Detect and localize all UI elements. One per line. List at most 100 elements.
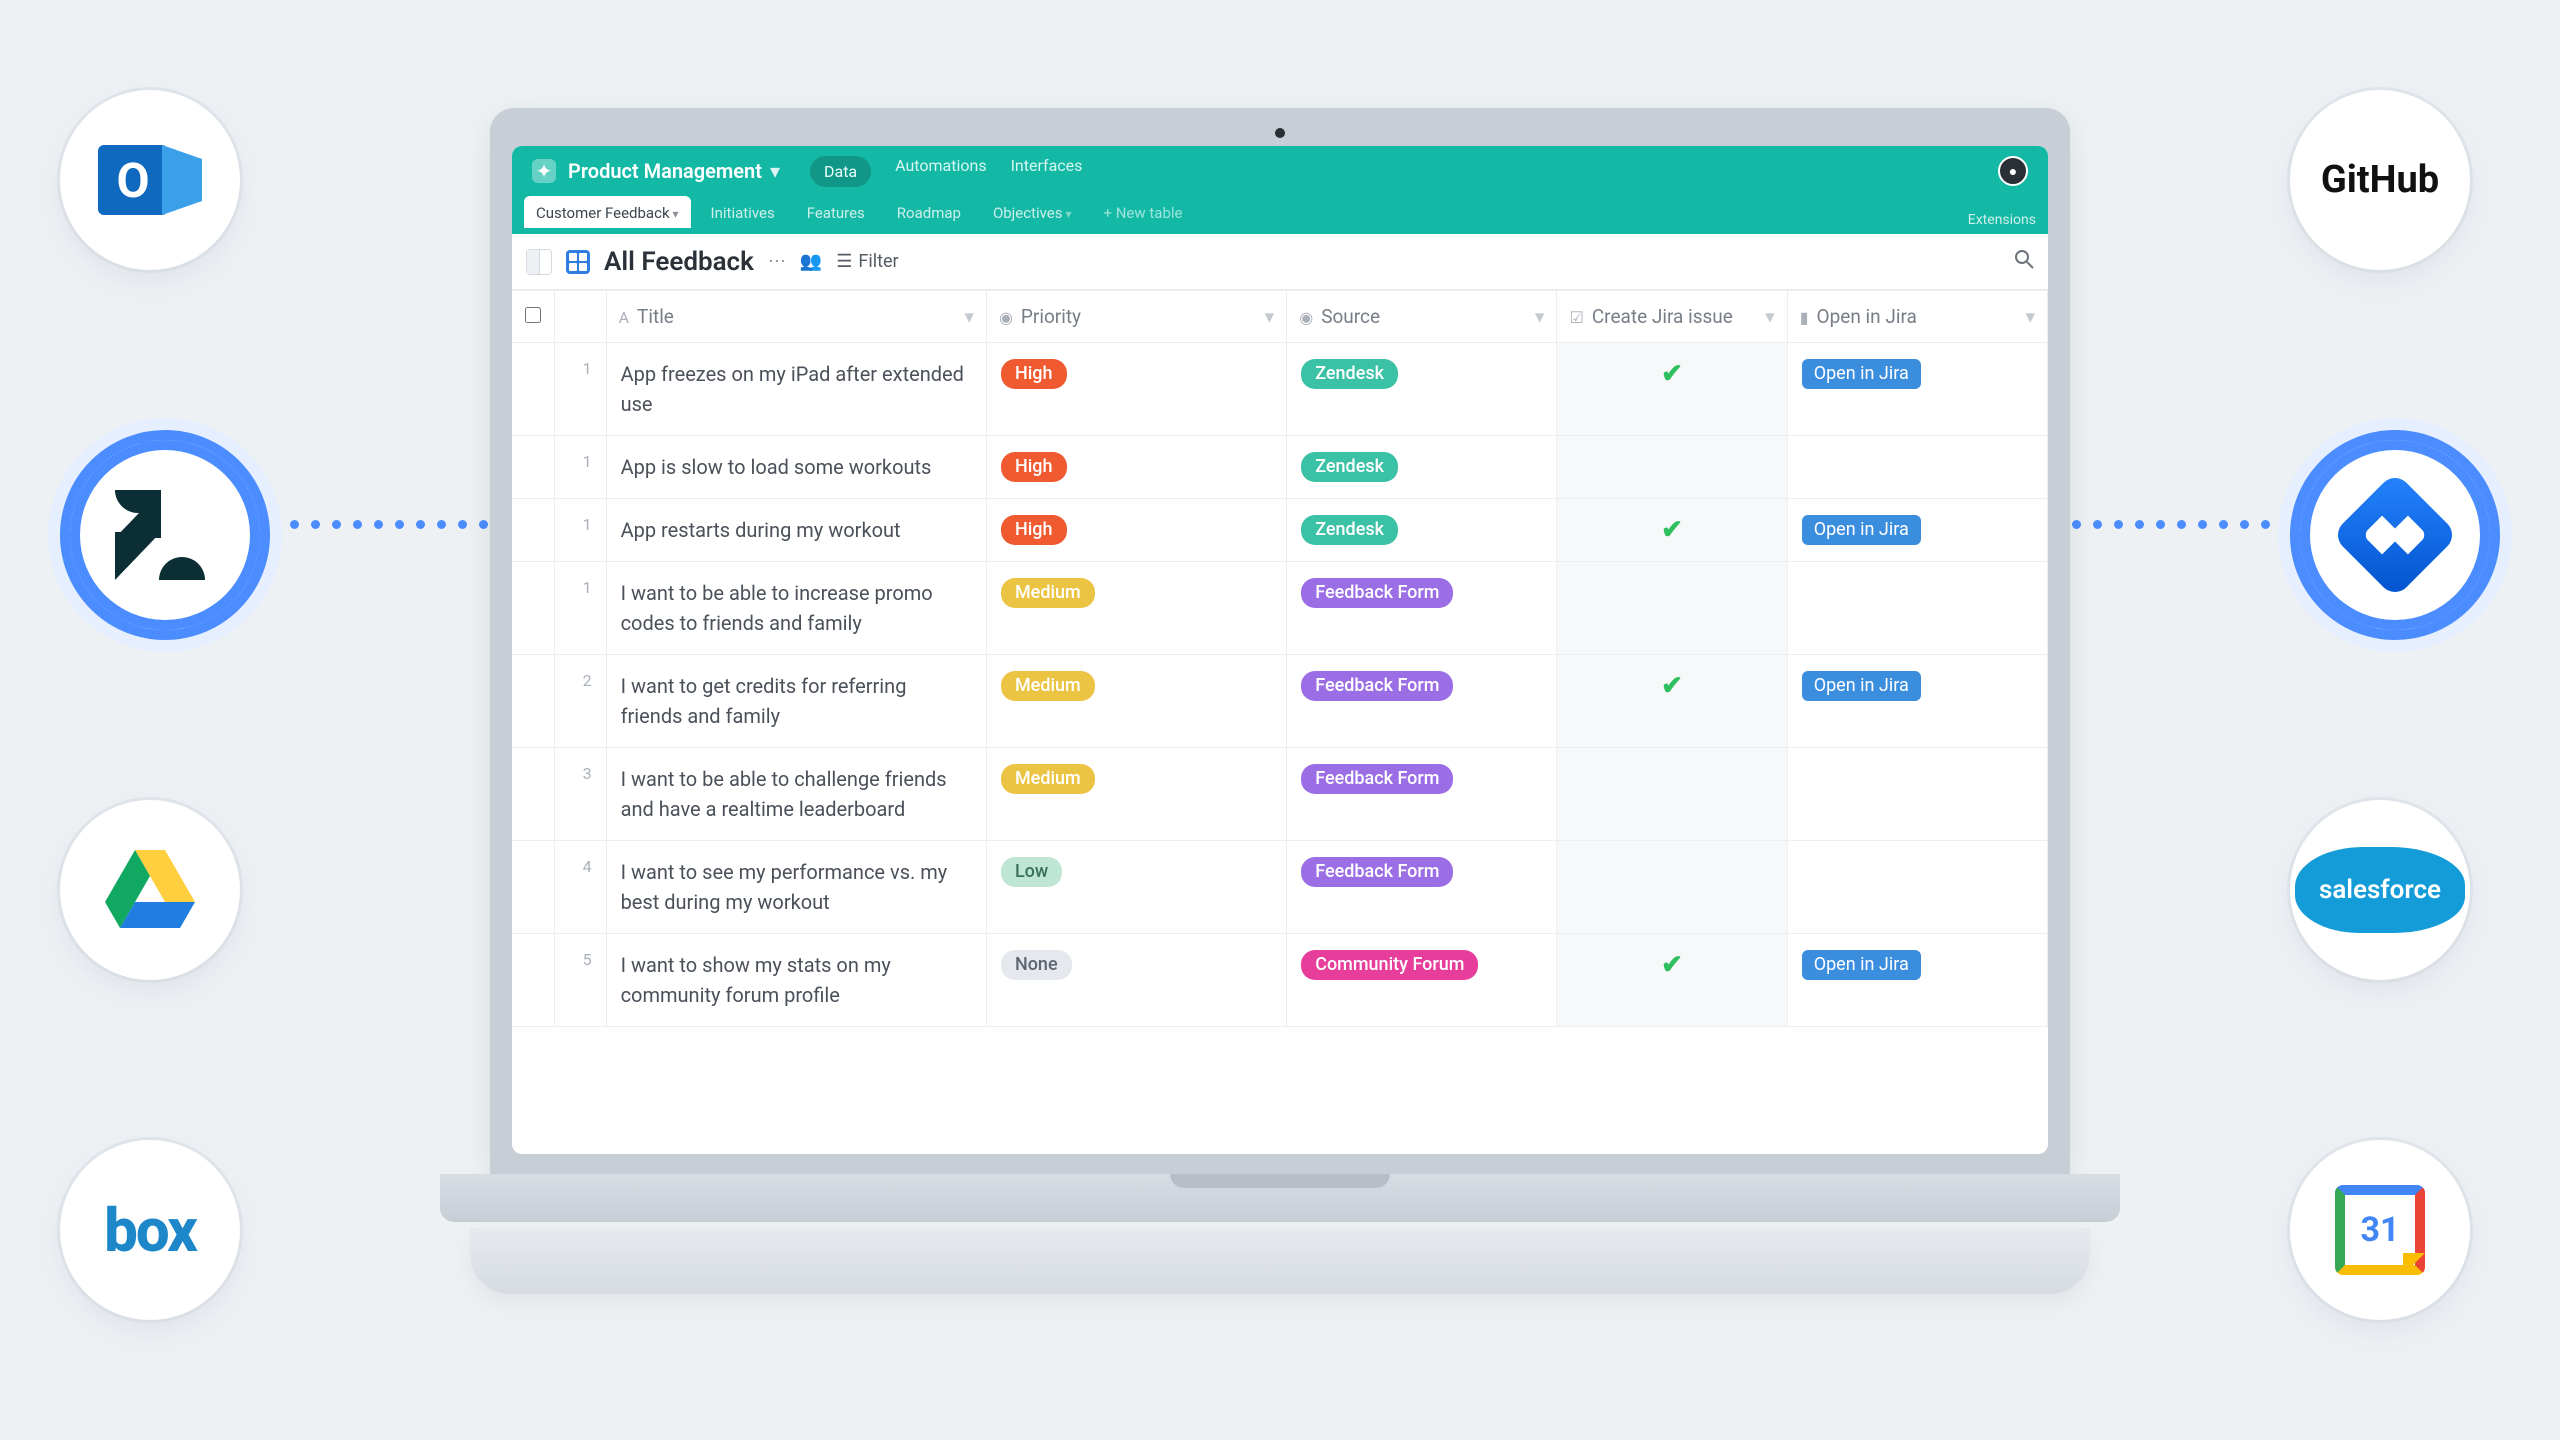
cell-title[interactable]: I want to show my stats on my community … <box>621 950 972 1010</box>
cell-source[interactable]: Zendesk <box>1287 436 1557 499</box>
cell-priority[interactable]: Medium <box>986 655 1286 748</box>
cell-source[interactable]: Feedback Form <box>1287 748 1557 841</box>
header-title[interactable]: ATitle▾ <box>606 291 986 343</box>
cell-source[interactable]: Zendesk <box>1287 343 1557 436</box>
cell-source[interactable]: Zendesk <box>1287 499 1557 562</box>
tab-new-table[interactable]: + New table <box>1092 196 1195 228</box>
top-tab-data[interactable]: Data <box>810 156 871 187</box>
search-icon[interactable] <box>2014 249 2034 274</box>
cell-priority[interactable]: Medium <box>986 562 1286 655</box>
cell-open-jira[interactable]: Open in Jira <box>1787 343 2047 436</box>
cell-open-jira[interactable]: Open in Jira <box>1787 499 2047 562</box>
app-topbar: ✦ Product Management ▾ Data Automations … <box>512 146 2048 196</box>
tab-objectives[interactable]: Objectives <box>981 196 1084 228</box>
workspace-dropdown-icon[interactable]: ▾ <box>770 159 780 183</box>
open-in-jira-button[interactable]: Open in Jira <box>1802 671 1921 701</box>
table-row[interactable]: 3 I want to be able to challenge friends… <box>512 748 2048 841</box>
source-pill: Community Forum <box>1301 950 1478 980</box>
tab-features[interactable]: Features <box>795 196 877 228</box>
cell-create-jira[interactable] <box>1557 436 1787 499</box>
cell-title[interactable]: App is slow to load some workouts <box>621 452 972 482</box>
integration-salesforce: salesforce <box>2290 800 2470 980</box>
filter-button[interactable]: ☰ Filter <box>836 251 898 272</box>
camera-dot <box>1275 128 1285 138</box>
cell-priority[interactable]: High <box>986 436 1286 499</box>
source-pill: Feedback Form <box>1301 671 1453 701</box>
cell-priority[interactable]: None <box>986 934 1286 1027</box>
cell-create-jira[interactable]: ✔ <box>1557 499 1787 562</box>
cell-open-jira[interactable] <box>1787 748 2047 841</box>
connector-left <box>290 520 490 526</box>
cell-source[interactable]: Feedback Form <box>1287 562 1557 655</box>
view-name[interactable]: All Feedback <box>604 247 754 277</box>
cell-source[interactable]: Community Forum <box>1287 934 1557 1027</box>
row-checkbox[interactable] <box>512 934 554 1027</box>
user-avatar[interactable]: ● <box>1998 156 2028 186</box>
cell-open-jira[interactable] <box>1787 562 2047 655</box>
cell-create-jira[interactable]: ✔ <box>1557 934 1787 1027</box>
box-icon: box <box>104 1195 196 1266</box>
workspace-name[interactable]: Product Management <box>568 159 762 183</box>
table-row[interactable]: 1 App restarts during my workout High Ze… <box>512 499 2048 562</box>
top-tab-interfaces[interactable]: Interfaces <box>1011 156 1083 187</box>
view-menu-icon[interactable]: ⋯ <box>768 251 786 272</box>
row-number: 1 <box>554 499 606 562</box>
open-in-jira-button[interactable]: Open in Jira <box>1802 359 1921 389</box>
tab-roadmap[interactable]: Roadmap <box>885 196 973 228</box>
source-pill: Feedback Form <box>1301 857 1453 887</box>
cell-priority[interactable]: Medium <box>986 748 1286 841</box>
row-checkbox[interactable] <box>512 748 554 841</box>
header-source[interactable]: ◉Source▾ <box>1287 291 1557 343</box>
cell-title[interactable]: I want to see my performance vs. my best… <box>621 857 972 917</box>
row-checkbox[interactable] <box>512 655 554 748</box>
cell-priority[interactable]: Low <box>986 841 1286 934</box>
row-checkbox[interactable] <box>512 499 554 562</box>
text-field-icon: A <box>619 308 629 327</box>
row-checkbox[interactable] <box>512 841 554 934</box>
cell-title[interactable]: App freezes on my iPad after extended us… <box>621 359 972 419</box>
header-checkbox[interactable] <box>512 291 554 343</box>
extensions-link[interactable]: Extensions <box>1968 212 2036 228</box>
cell-title[interactable]: I want to be able to challenge friends a… <box>621 764 972 824</box>
toggle-sidebar-button[interactable] <box>526 249 552 275</box>
cell-create-jira[interactable]: ✔ <box>1557 655 1787 748</box>
data-grid[interactable]: ATitle▾ ◉Priority▾ ◉Source▾ ☑Create Jira… <box>512 290 2048 1154</box>
row-checkbox[interactable] <box>512 436 554 499</box>
header-priority[interactable]: ◉Priority▾ <box>986 291 1286 343</box>
cell-open-jira[interactable]: Open in Jira <box>1787 934 2047 1027</box>
row-checkbox[interactable] <box>512 343 554 436</box>
cell-open-jira[interactable] <box>1787 841 2047 934</box>
tab-initiatives[interactable]: Initiatives <box>699 196 787 228</box>
cell-create-jira[interactable] <box>1557 562 1787 655</box>
table-row[interactable]: 1 App freezes on my iPad after extended … <box>512 343 2048 436</box>
cell-priority[interactable]: High <box>986 499 1286 562</box>
open-in-jira-button[interactable]: Open in Jira <box>1802 950 1921 980</box>
cell-title[interactable]: App restarts during my workout <box>621 515 972 545</box>
open-in-jira-button[interactable]: Open in Jira <box>1802 515 1921 545</box>
cell-create-jira[interactable]: ✔ <box>1557 343 1787 436</box>
table-row[interactable]: 2 I want to get credits for referring fr… <box>512 655 2048 748</box>
cell-title[interactable]: I want to be able to increase promo code… <box>621 578 972 638</box>
table-row[interactable]: 4 I want to see my performance vs. my be… <box>512 841 2048 934</box>
header-create-jira[interactable]: ☑Create Jira issue▾ <box>1557 291 1787 343</box>
top-tab-automations[interactable]: Automations <box>895 156 986 187</box>
cell-create-jira[interactable] <box>1557 748 1787 841</box>
table-row[interactable]: 1 I want to be able to increase promo co… <box>512 562 2048 655</box>
cell-source[interactable]: Feedback Form <box>1287 655 1557 748</box>
cell-open-jira[interactable] <box>1787 436 2047 499</box>
cell-priority[interactable]: High <box>986 343 1286 436</box>
collaborators-icon[interactable]: 👥 <box>800 251 822 272</box>
table-row[interactable]: 1 App is slow to load some workouts High… <box>512 436 2048 499</box>
cell-open-jira[interactable]: Open in Jira <box>1787 655 2047 748</box>
zendesk-icon <box>115 490 215 580</box>
table-row[interactable]: 5 I want to show my stats on my communit… <box>512 934 2048 1027</box>
source-pill: Zendesk <box>1301 515 1398 545</box>
cell-create-jira[interactable] <box>1557 841 1787 934</box>
cell-source[interactable]: Feedback Form <box>1287 841 1557 934</box>
integration-jira <box>2290 430 2500 640</box>
row-checkbox[interactable] <box>512 562 554 655</box>
tab-customer-feedback[interactable]: Customer Feedback <box>524 196 691 228</box>
cell-title[interactable]: I want to get credits for referring frie… <box>621 671 972 731</box>
header-open-jira[interactable]: ▮Open in Jira▾ <box>1787 291 2047 343</box>
checkbox-field-icon: ☑ <box>1569 308 1583 327</box>
